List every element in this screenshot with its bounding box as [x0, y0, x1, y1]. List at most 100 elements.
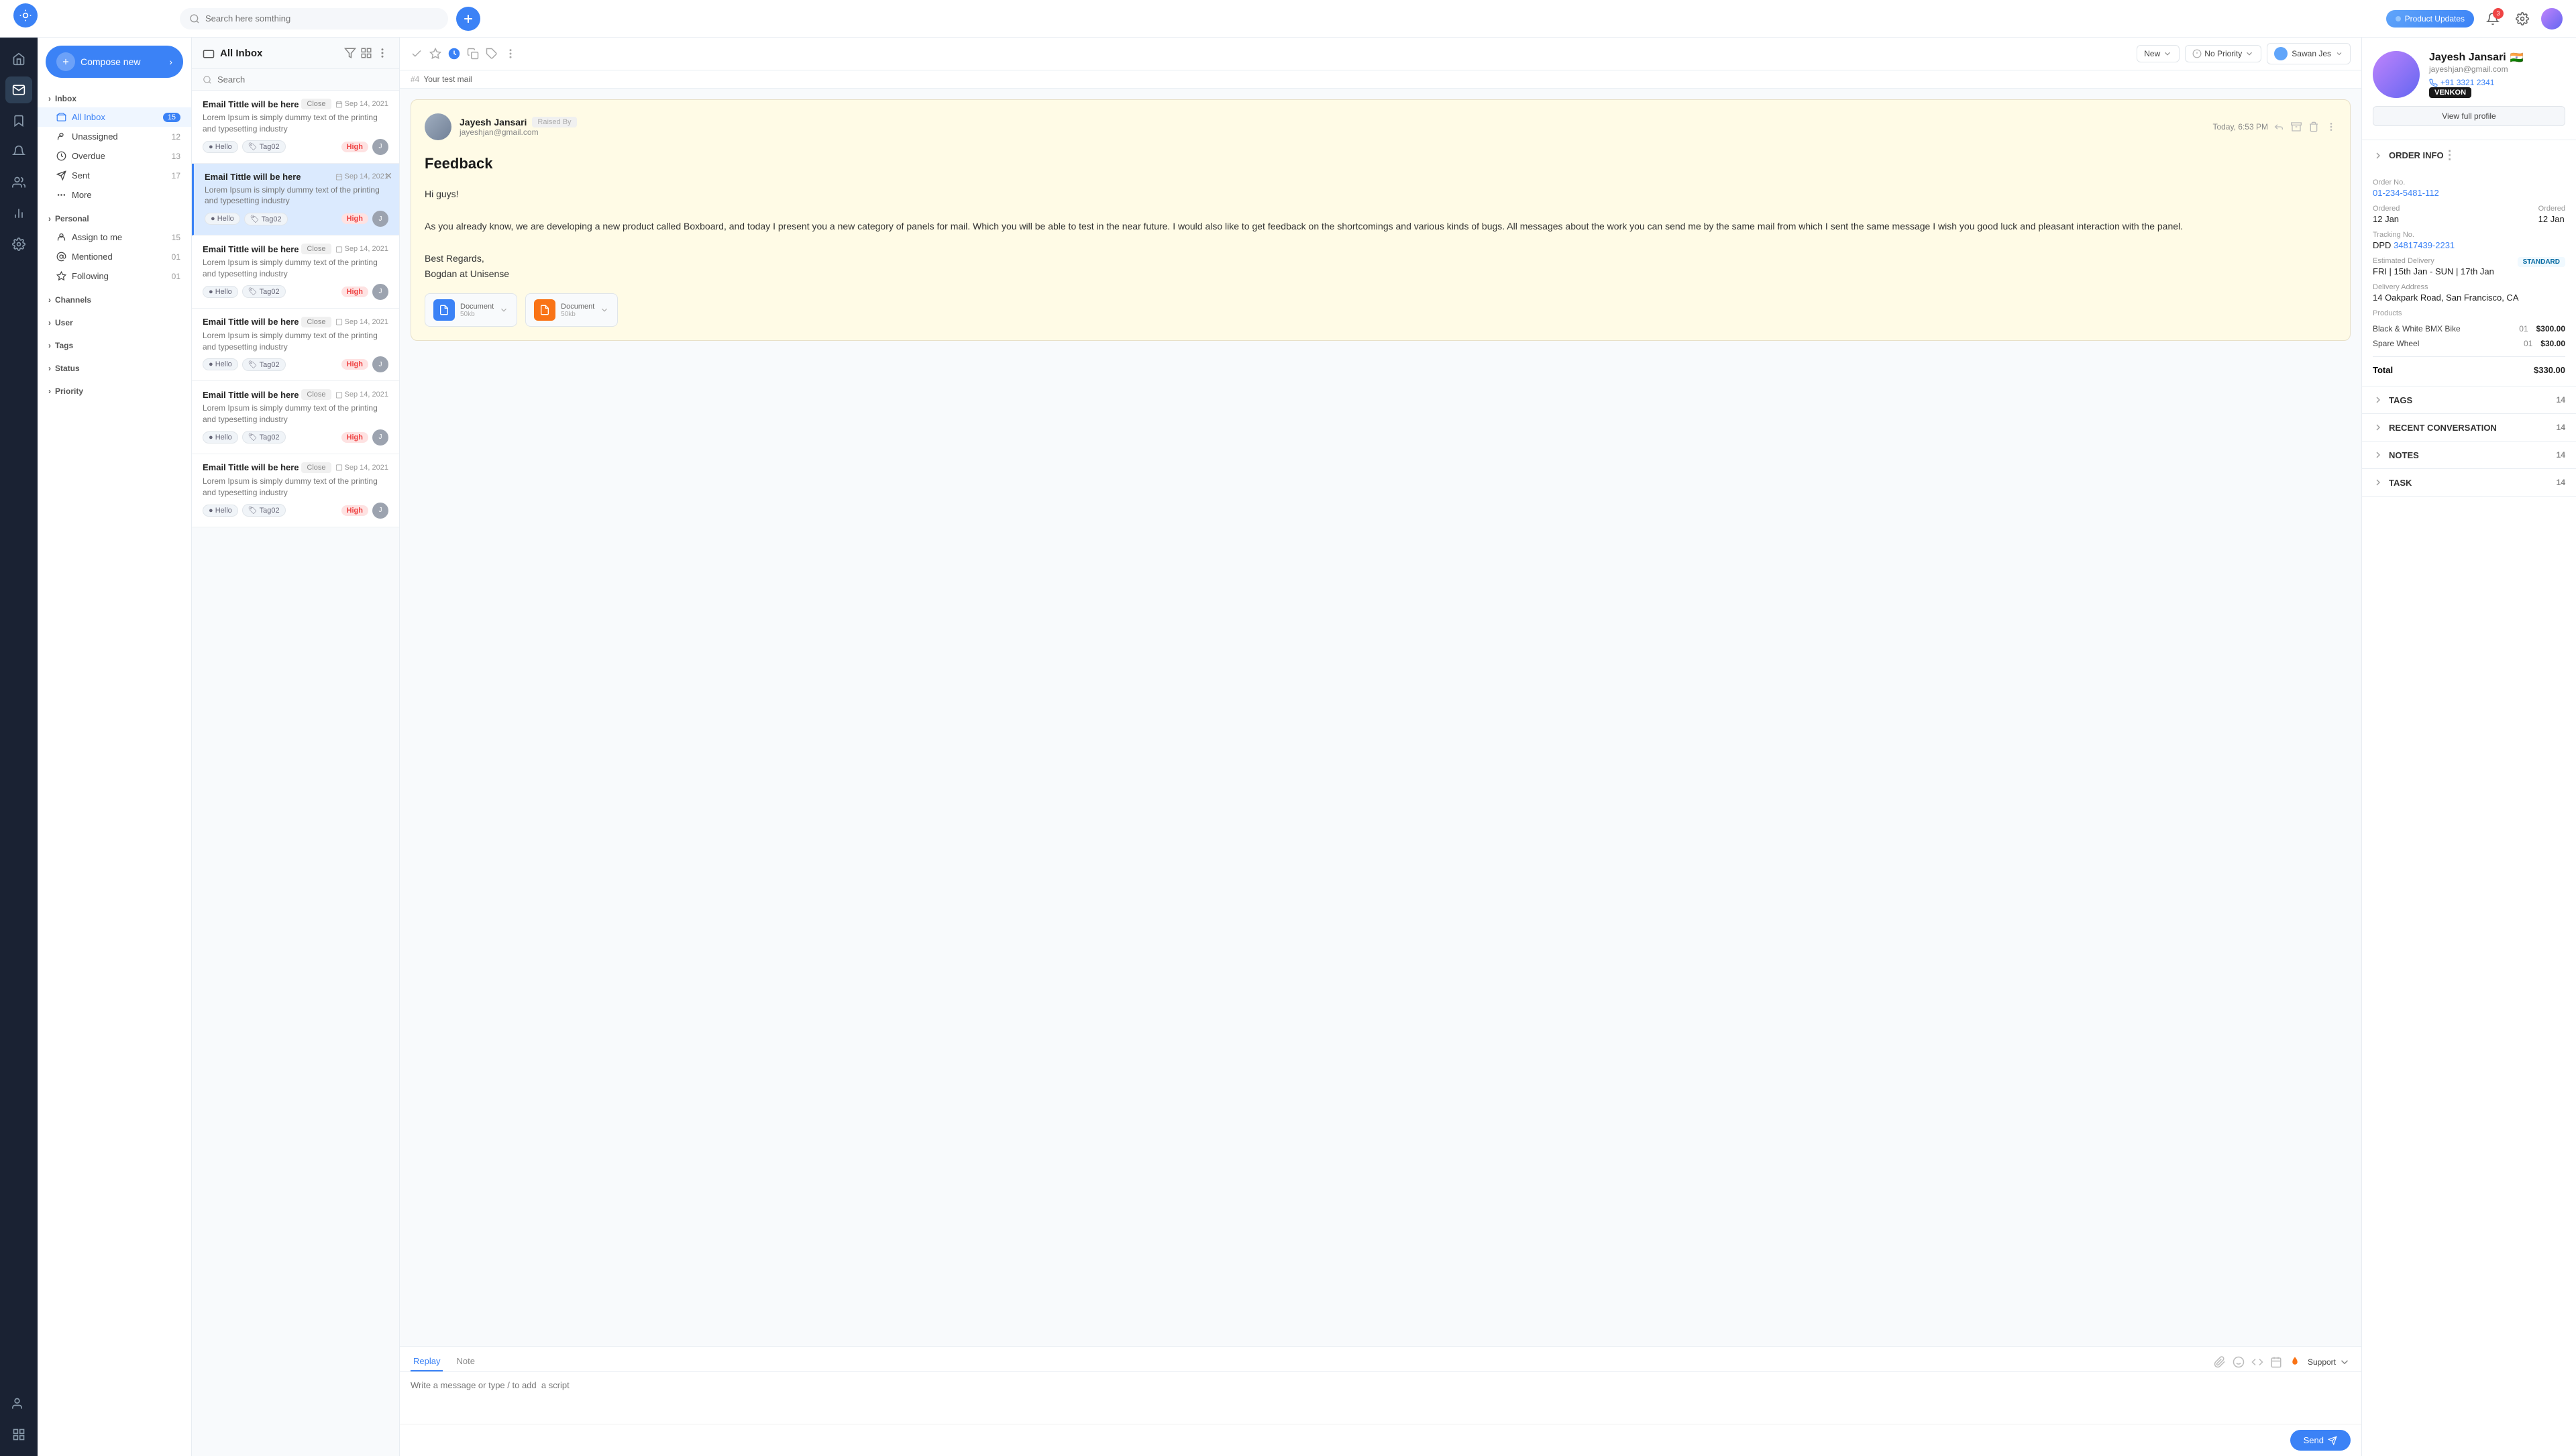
email-card-6-tag1: ● Hello — [203, 505, 238, 517]
unassigned-item[interactable]: Unassigned 12 — [38, 127, 191, 146]
email-card-4-close[interactable]: Close — [301, 317, 331, 327]
email-card-1[interactable]: Email Tittle will be here Close Sep 14, … — [192, 91, 399, 164]
reply-icon[interactable] — [2273, 121, 2284, 132]
user-group[interactable]: › User — [38, 314, 191, 331]
inbox-group[interactable]: › Inbox — [38, 90, 191, 107]
compose-new-button[interactable]: Compose new › — [46, 46, 183, 78]
global-search-bar[interactable] — [180, 8, 448, 30]
tags-section-header[interactable]: TAGS 14 — [2362, 386, 2576, 413]
copy-icon[interactable] — [467, 48, 479, 60]
email-signoff: Best Regards, — [425, 251, 2337, 267]
assignee-dropdown[interactable]: Sawan Jes — [2267, 43, 2351, 64]
nav-home[interactable] — [5, 46, 32, 72]
priority-dropdown[interactable]: No Priority — [2185, 45, 2261, 62]
attachment-2[interactable]: Document 50kb — [525, 293, 618, 327]
note-tab[interactable]: Note — [453, 1352, 477, 1371]
recent-conv-header[interactable]: RECENT CONVERSATION 14 — [2362, 414, 2576, 441]
more-options-icon[interactable] — [376, 47, 388, 59]
view-profile-button[interactable]: View full profile — [2373, 106, 2565, 126]
email-list-title-area: All Inbox — [203, 47, 339, 59]
trash-icon[interactable] — [2308, 121, 2319, 132]
reply-tab[interactable]: Replay — [411, 1352, 443, 1371]
filter-icon[interactable] — [344, 47, 356, 59]
reply-fire-icon[interactable] — [2289, 1356, 2301, 1368]
product-updates-button[interactable]: Product Updates — [2386, 10, 2474, 28]
sent-count: 17 — [172, 171, 180, 180]
tag-icon[interactable] — [486, 48, 498, 60]
grid-icon[interactable] — [360, 47, 372, 59]
unassigned-count: 12 — [172, 132, 180, 142]
nav-analytics[interactable] — [5, 1421, 32, 1448]
archive-icon[interactable] — [2291, 121, 2302, 132]
email-card-2-priority: High — [341, 213, 368, 224]
nav-notifications[interactable] — [5, 138, 32, 165]
more-msg-icon[interactable] — [2326, 121, 2337, 132]
following-item[interactable]: Following 01 — [38, 266, 191, 286]
tags-section: › Tags — [38, 334, 191, 357]
more-icon[interactable] — [504, 48, 517, 60]
status-new-dropdown[interactable]: New — [2137, 45, 2180, 62]
email-card-5[interactable]: Email Tittle will be here Close Sep 14, … — [192, 381, 399, 454]
tags-section-label: TAGS — [2389, 395, 2412, 405]
nav-settings[interactable] — [5, 231, 32, 258]
settings-icon[interactable] — [2512, 8, 2533, 30]
order-dots-icon[interactable]: ⋮ — [2444, 148, 2456, 162]
notifications-icon[interactable]: 3 — [2482, 8, 2504, 30]
more-item[interactable]: More — [38, 185, 191, 205]
reply-calendar-icon[interactable] — [2270, 1356, 2282, 1368]
email-card-6[interactable]: Email Tittle will be here Close Sep 14, … — [192, 454, 399, 527]
assign-icon — [56, 232, 66, 242]
support-dropdown[interactable]: Support — [2308, 1356, 2351, 1368]
email-search-input[interactable] — [217, 74, 388, 85]
nav-bookmarks[interactable] — [5, 107, 32, 134]
send-button[interactable]: Send — [2290, 1430, 2351, 1451]
compose-plus-button[interactable] — [456, 7, 480, 31]
reply-textarea[interactable] — [411, 1380, 2351, 1414]
attachment-2-name: Document — [561, 303, 594, 311]
attachment-1[interactable]: Document 50kb — [425, 293, 517, 327]
star-icon[interactable] — [429, 48, 441, 60]
email-card-3-close[interactable]: Close — [301, 244, 331, 254]
status-group[interactable]: › Status — [38, 360, 191, 377]
overdue-item[interactable]: Overdue 13 — [38, 146, 191, 166]
all-inbox-item[interactable]: All Inbox 15 — [38, 107, 191, 127]
task-header[interactable]: TASK 14 — [2362, 469, 2576, 496]
reply-attach-icon[interactable] — [2214, 1356, 2226, 1368]
more-label: More — [72, 190, 92, 200]
priority-group[interactable]: › Priority — [38, 382, 191, 400]
check-icon[interactable] — [411, 48, 423, 60]
email-card-4[interactable]: Email Tittle will be here Close Sep 14, … — [192, 309, 399, 382]
notes-section: NOTES 14 — [2362, 441, 2576, 469]
clock-active-icon[interactable] — [448, 48, 460, 60]
task-label: TASK — [2389, 478, 2412, 488]
order-info-header[interactable]: ORDER INFO ⋮ — [2362, 140, 2576, 170]
app-logo[interactable] — [13, 3, 38, 28]
attachment-2-expand-icon[interactable] — [600, 305, 609, 315]
email-card-3[interactable]: Email Tittle will be here Close Sep 14, … — [192, 236, 399, 309]
nav-reports[interactable] — [5, 200, 32, 227]
notes-header[interactable]: NOTES 14 — [2362, 441, 2576, 468]
email-card-6-close[interactable]: Close — [301, 462, 331, 473]
global-search-input[interactable] — [205, 13, 439, 23]
reply-emoji-icon[interactable] — [2233, 1356, 2245, 1368]
chevron-right-icon: › — [48, 94, 51, 103]
channels-group[interactable]: › Channels — [38, 291, 191, 309]
nav-team[interactable] — [5, 1390, 32, 1417]
attachment-2-info: Document 50kb — [561, 303, 594, 318]
email-card-2-close-x[interactable]: ✕ — [384, 170, 392, 182]
sent-item[interactable]: Sent 17 — [38, 166, 191, 185]
assign-to-me-item[interactable]: Assign to me 15 — [38, 227, 191, 247]
mentioned-item[interactable]: Mentioned 01 — [38, 247, 191, 266]
raised-by-badge: Raised By — [532, 117, 576, 127]
personal-group[interactable]: › Personal — [38, 210, 191, 227]
tags-group[interactable]: › Tags — [38, 337, 191, 354]
reply-code-icon[interactable] — [2251, 1356, 2263, 1368]
email-card-5-close[interactable]: Close — [301, 389, 331, 400]
nav-inbox[interactable] — [5, 76, 32, 103]
user-avatar[interactable] — [2541, 8, 2563, 30]
email-card-1-close[interactable]: Close — [301, 99, 331, 109]
nav-contacts[interactable] — [5, 169, 32, 196]
overdue-count: 13 — [172, 152, 180, 161]
attachment-1-expand-icon[interactable] — [499, 305, 508, 315]
email-card-2[interactable]: Email Tittle will be here Sep 14, 2021 L… — [192, 164, 399, 236]
